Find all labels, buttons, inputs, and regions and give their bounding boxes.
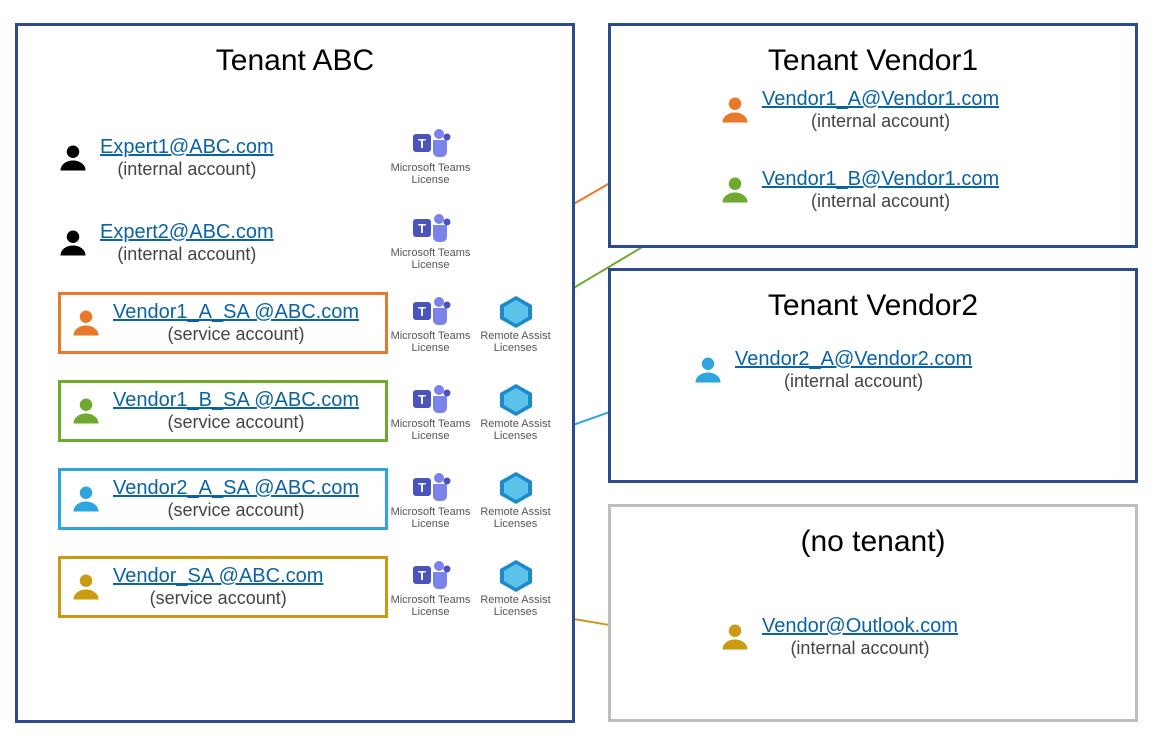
vendor1b-licenses: T Microsoft Teams License Remote Assist …	[388, 382, 558, 442]
vendor2a-licenses: T Microsoft Teams License Remote Assist …	[388, 470, 558, 530]
vendor1b-sa-box: Vendor1_B_SA @ABC.com (service account)	[58, 380, 388, 442]
outlook-ext-row: Vendor@Outlook.com (internal account)	[720, 615, 958, 659]
teams-icon: T	[411, 558, 451, 592]
remote-license-label: Remote Assist Licenses	[473, 330, 558, 354]
vendor2a-ext-link[interactable]: Vendor2_A@Vendor2.com	[735, 348, 972, 371]
person-icon	[58, 228, 88, 258]
expert1-link[interactable]: Expert1@ABC.com	[100, 136, 274, 159]
vendor1a-ext-row: Vendor1_A@Vendor1.com (internal account)	[720, 88, 999, 132]
svg-text:T: T	[418, 304, 426, 319]
vendorsa-licenses: T Microsoft Teams License Remote Assist …	[388, 558, 558, 618]
person-icon	[720, 622, 750, 652]
vendor1b-sa-link[interactable]: Vendor1_B_SA @ABC.com	[113, 389, 359, 412]
no-tenant-box: (no tenant)	[608, 504, 1138, 722]
person-icon	[720, 175, 750, 205]
expert2-licenses: T Microsoft Teams License	[388, 211, 473, 271]
svg-text:T: T	[418, 392, 426, 407]
teams-icon: T	[411, 470, 451, 504]
vendor2a-ext-sub: (internal account)	[784, 371, 923, 392]
teams-license-label: Microsoft Teams License	[388, 162, 473, 186]
remote-license-label: Remote Assist Licenses	[473, 506, 558, 530]
person-icon	[720, 95, 750, 125]
person-icon	[71, 572, 101, 602]
tenant-abc-title: Tenant ABC	[18, 44, 572, 78]
person-icon	[693, 355, 723, 385]
teams-license-label: Microsoft Teams License	[388, 247, 473, 271]
teams-license-label: Microsoft Teams License	[388, 418, 473, 442]
vendorsa-link[interactable]: Vendor_SA @ABC.com	[113, 565, 323, 588]
person-icon	[71, 484, 101, 514]
outlook-ext-sub: (internal account)	[790, 638, 929, 659]
remote-assist-icon	[496, 558, 536, 592]
teams-icon: T	[411, 211, 451, 245]
vendor2a-sa-box: Vendor2_A_SA @ABC.com (service account)	[58, 468, 388, 530]
vendor1a-ext-sub: (internal account)	[811, 111, 950, 132]
vendor1a-ext-link[interactable]: Vendor1_A@Vendor1.com	[762, 88, 999, 111]
expert1-row: Expert1@ABC.com (internal account)	[58, 136, 274, 180]
expert1-licenses: T Microsoft Teams License	[388, 126, 473, 186]
tenant-abc-box: Tenant ABC Expert1@ABC.com (internal acc…	[15, 23, 575, 723]
remote-assist-icon	[496, 470, 536, 504]
svg-text:T: T	[418, 568, 426, 583]
vendor1a-sa-link[interactable]: Vendor1_A_SA @ABC.com	[113, 301, 359, 324]
expert1-sub: (internal account)	[117, 159, 256, 180]
svg-text:T: T	[418, 480, 426, 495]
vendor2a-sa-sub: (service account)	[167, 500, 304, 521]
teams-icon: T	[411, 382, 451, 416]
no-tenant-title: (no tenant)	[611, 525, 1135, 559]
vendor1b-ext-link[interactable]: Vendor1_B@Vendor1.com	[762, 168, 999, 191]
person-icon	[58, 143, 88, 173]
remote-license-label: Remote Assist Licenses	[473, 418, 558, 442]
remote-assist-icon	[496, 294, 536, 328]
expert2-sub: (internal account)	[117, 244, 256, 265]
outlook-ext-link[interactable]: Vendor@Outlook.com	[762, 615, 958, 638]
expert2-row: Expert2@ABC.com (internal account)	[58, 221, 274, 265]
tenant-vendor2-title: Tenant Vendor2	[611, 289, 1135, 323]
teams-license-label: Microsoft Teams License	[388, 506, 473, 530]
svg-text:T: T	[418, 136, 426, 151]
remote-assist-icon	[496, 382, 536, 416]
person-icon	[71, 308, 101, 338]
person-icon	[71, 396, 101, 426]
expert2-link[interactable]: Expert2@ABC.com	[100, 221, 274, 244]
vendor2a-ext-row: Vendor2_A@Vendor2.com (internal account)	[693, 348, 972, 392]
tenant-vendor1-box: Tenant Vendor1	[608, 23, 1138, 248]
teams-license-label: Microsoft Teams License	[388, 330, 473, 354]
vendorsa-sub: (service account)	[150, 588, 287, 609]
tenant-vendor1-title: Tenant Vendor1	[611, 44, 1135, 78]
vendor1b-ext-sub: (internal account)	[811, 191, 950, 212]
teams-license-label: Microsoft Teams License	[388, 594, 473, 618]
vendor1b-ext-row: Vendor1_B@Vendor1.com (internal account)	[720, 168, 999, 212]
remote-license-label: Remote Assist Licenses	[473, 594, 558, 618]
teams-icon: T	[411, 126, 451, 160]
vendor1a-sa-box: Vendor1_A_SA @ABC.com (service account)	[58, 292, 388, 354]
vendor1a-licenses: T Microsoft Teams License Remote Assist …	[388, 294, 558, 354]
vendor2a-sa-link[interactable]: Vendor2_A_SA @ABC.com	[113, 477, 359, 500]
vendor1b-sa-sub: (service account)	[167, 412, 304, 433]
teams-icon: T	[411, 294, 451, 328]
diagram-stage: Tenant ABC Expert1@ABC.com (internal acc…	[0, 0, 1155, 745]
vendor1a-sa-sub: (service account)	[167, 324, 304, 345]
svg-text:T: T	[418, 221, 426, 236]
vendorsa-box: Vendor_SA @ABC.com (service account)	[58, 556, 388, 618]
